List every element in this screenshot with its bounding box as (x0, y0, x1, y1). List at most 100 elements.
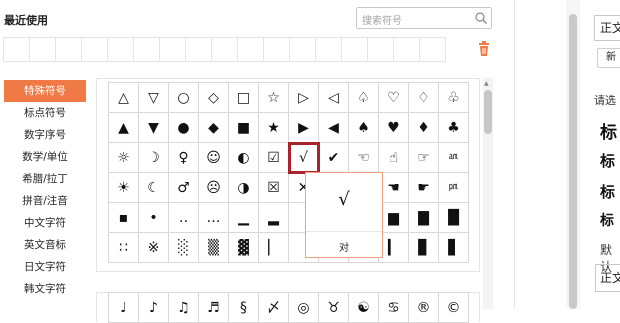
symbol-cell[interactable]: ◐ (229, 143, 259, 173)
symbol-cell[interactable]: ☚ (379, 173, 409, 203)
recent-symbol-cell[interactable] (81, 37, 108, 62)
symbol-cell[interactable]: ▼ (139, 113, 169, 143)
symbol-cell[interactable]: ☀ (109, 173, 139, 203)
symbol-cell[interactable]: ♩ (109, 293, 139, 323)
symbol-cell[interactable]: ♋ (379, 293, 409, 323)
symbol-cell[interactable]: ▇ (409, 203, 439, 233)
recent-symbol-cell[interactable] (133, 37, 160, 62)
symbol-cell[interactable]: ▆ (379, 203, 409, 233)
new-style-button[interactable]: 新 (597, 48, 620, 68)
symbol-cell[interactable]: ▏ (259, 233, 289, 263)
symbol-cell[interactable]: ☜ (349, 143, 379, 173)
symbol-cell[interactable]: ▊ (409, 233, 439, 263)
symbol-cell[interactable]: ♡ (379, 83, 409, 113)
category-item[interactable]: 中文字符 (4, 212, 86, 234)
recent-symbol-cell[interactable] (107, 37, 134, 62)
symbol-cell[interactable]: ☼ (109, 143, 139, 173)
symbol-cell[interactable]: ‥ (169, 203, 199, 233)
recent-symbol-cell[interactable] (55, 37, 82, 62)
symbol-cell[interactable]: ♦ (409, 113, 439, 143)
recent-symbol-cell[interactable] (419, 37, 446, 62)
font-style-select[interactable]: 正文 (594, 15, 620, 41)
symbol-cell[interactable]: ※ (139, 233, 169, 263)
symbol-cell[interactable]: ▁ (229, 203, 259, 233)
symbol-cell[interactable]: ♬ (199, 293, 229, 323)
recent-symbol-cell[interactable] (393, 37, 420, 62)
style-heading-4[interactable]: 标 (600, 210, 614, 230)
symbol-cell[interactable]: ♀ (169, 143, 199, 173)
symbol-cell[interactable]: • (139, 203, 169, 233)
symbol-cell[interactable]: ▷ (289, 83, 319, 113)
symbol-cell[interactable]: ♢ (409, 83, 439, 113)
symbol-cell[interactable]: ☯ (349, 293, 379, 323)
symbol-cell[interactable]: ☽ (139, 143, 169, 173)
symbol-cell[interactable]: ░ (169, 233, 199, 263)
symbol-cell[interactable]: ✔ (319, 143, 349, 173)
symbol-cell[interactable]: ◀ (319, 113, 349, 143)
right-scrollbar-thumb[interactable] (569, 14, 577, 309)
category-item[interactable]: 特殊符号 (4, 80, 86, 102)
recent-symbol-cell[interactable] (315, 37, 342, 62)
symbol-cell[interactable]: ▓ (229, 233, 259, 263)
symbol-cell[interactable]: ☛ (409, 173, 439, 203)
recent-symbol-cell[interactable] (3, 37, 30, 62)
recent-symbol-cell[interactable] (159, 37, 186, 62)
symbol-cell[interactable]: █ (439, 203, 469, 233)
symbol-cell[interactable]: ㏘ (439, 173, 469, 203)
recent-symbol-cell[interactable] (185, 37, 212, 62)
symbol-cell[interactable]: ☒ (259, 173, 289, 203)
symbol-cell[interactable]: ◇ (199, 83, 229, 113)
category-item[interactable]: 标点符号 (4, 102, 86, 124)
recent-symbol-cell[interactable] (263, 37, 290, 62)
symbol-cell[interactable]: ● (169, 113, 199, 143)
symbol-cell[interactable]: ▎ (379, 233, 409, 263)
symbol-cell[interactable]: § (229, 293, 259, 323)
symbol-cell[interactable]: ★ (259, 113, 289, 143)
symbol-cell[interactable]: ♧ (439, 83, 469, 113)
recent-symbol-cell[interactable] (29, 37, 56, 62)
symbol-cell[interactable]: ▲ (109, 113, 139, 143)
symbol-cell[interactable]: ♣ (439, 113, 469, 143)
recent-symbol-cell[interactable] (289, 37, 316, 62)
symbol-cell[interactable]: … (199, 203, 229, 233)
symbol-cell[interactable]: ◎ (289, 293, 319, 323)
symbol-cell[interactable]: ○ (169, 83, 199, 113)
trash-icon[interactable] (477, 41, 491, 57)
recent-symbol-cell[interactable] (211, 37, 238, 62)
symbol-cell[interactable]: ◑ (229, 173, 259, 203)
recent-symbol-cell[interactable] (367, 37, 394, 62)
symbol-cell[interactable]: ♠ (349, 113, 379, 143)
recent-symbol-cell[interactable] (341, 37, 368, 62)
symbol-cell[interactable]: ☺ (199, 143, 229, 173)
symbol-cell[interactable]: ♪ (139, 293, 169, 323)
category-item[interactable]: 英文音标 (4, 234, 86, 256)
search-icon[interactable] (474, 11, 488, 25)
body-style-box[interactable]: 正文 (595, 264, 620, 292)
symbol-cell[interactable]: ◆ (199, 113, 229, 143)
symbol-cell[interactable]: ♫ (169, 293, 199, 323)
category-item[interactable]: 日文字符 (4, 256, 86, 278)
symbol-cell[interactable]: ▂ (259, 203, 289, 233)
category-item[interactable]: 韩文字符 (4, 278, 86, 300)
category-item[interactable]: 数学/单位 (4, 146, 86, 168)
symbol-cell[interactable]: □ (229, 83, 259, 113)
symbol-cell[interactable]: ▒ (199, 233, 229, 263)
recent-symbol-cell[interactable] (237, 37, 264, 62)
symbol-cell[interactable]: ▋ (439, 233, 469, 263)
category-item[interactable]: 希腊/拉丁 (4, 168, 86, 190)
scroll-up-icon[interactable]: ▲ (484, 80, 489, 87)
style-heading-2[interactable]: 标 (600, 150, 615, 171)
symbol-cell[interactable]: ㏂ (439, 143, 469, 173)
symbol-cell[interactable]: ☆ (259, 83, 289, 113)
symbol-cell[interactable]: ☝ (379, 143, 409, 173)
symbol-cell[interactable]: ☾ (139, 173, 169, 203)
style-heading-3[interactable]: 标 (600, 181, 615, 202)
symbol-cell[interactable]: ☹ (199, 173, 229, 203)
symbol-cell[interactable]: △ (109, 83, 139, 113)
symbol-scrollbar-thumb[interactable] (484, 90, 492, 134)
symbol-cell[interactable]: ∷ (109, 233, 139, 263)
symbol-cell[interactable]: © (439, 293, 469, 323)
symbol-cell[interactable]: ▶ (289, 113, 319, 143)
category-item[interactable]: 数字序号 (4, 124, 86, 146)
symbol-cell[interactable]: ♉ (319, 293, 349, 323)
